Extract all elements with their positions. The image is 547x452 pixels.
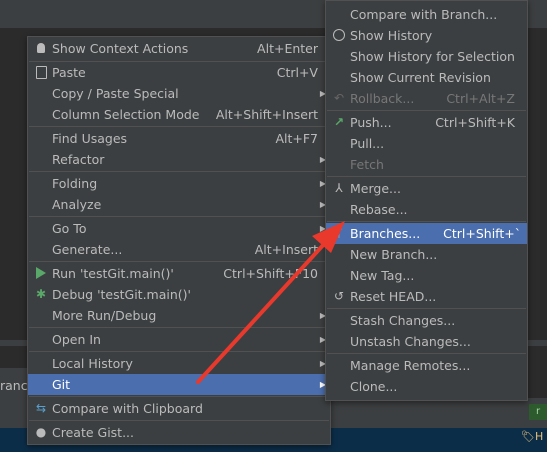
menu-debug[interactable]: ✱ Debug 'testGit.main()' bbox=[28, 284, 330, 305]
git-manage-remotes[interactable]: Manage Remotes... bbox=[326, 355, 527, 376]
git-new-tag[interactable]: New Tag... bbox=[326, 265, 527, 286]
tag-badge-fragment: r bbox=[529, 404, 547, 420]
debug-icon: ✱ bbox=[35, 286, 47, 301]
git-show-current-revision[interactable]: Show Current Revision bbox=[326, 67, 527, 88]
git-push[interactable]: ↗ Push... Ctrl+Shift+K bbox=[326, 112, 527, 133]
menu-local-history[interactable]: Local History ▶ bbox=[28, 353, 330, 374]
menu-folding[interactable]: Folding ▶ bbox=[28, 173, 330, 194]
menu-separator bbox=[327, 176, 526, 177]
git-new-branch[interactable]: New Branch... bbox=[326, 244, 527, 265]
menu-separator bbox=[327, 353, 526, 354]
git-rebase[interactable]: Rebase... bbox=[326, 199, 527, 220]
reset-icon: ↺ bbox=[333, 288, 345, 303]
merge-icon: ⅄ bbox=[335, 180, 343, 195]
menu-open-in[interactable]: Open In ▶ bbox=[28, 329, 330, 350]
branch-icon: ᛘ bbox=[335, 225, 343, 240]
git-unstash-changes[interactable]: Unstash Changes... bbox=[326, 331, 527, 352]
menu-create-gist[interactable]: ● Create Gist... bbox=[28, 422, 330, 443]
clock-icon bbox=[332, 28, 346, 42]
git-submenu: Compare with Branch... Show History Show… bbox=[325, 0, 528, 401]
git-stash-changes[interactable]: Stash Changes... bbox=[326, 310, 527, 331]
menu-separator bbox=[29, 261, 329, 262]
github-icon: ● bbox=[35, 424, 47, 439]
menu-separator bbox=[327, 221, 526, 222]
editor-context-menu: Show Context Actions Alt+Enter Paste Ctr… bbox=[27, 36, 331, 445]
menu-copy-paste-special[interactable]: Copy / Paste Special ▶ bbox=[28, 83, 330, 104]
menu-column-selection-mode[interactable]: Column Selection Mode Alt+Shift+Insert bbox=[28, 104, 330, 125]
git-compare-with-branch[interactable]: Compare with Branch... bbox=[326, 4, 527, 25]
menu-compare-with-clipboard[interactable]: ⇆ Compare with Clipboard bbox=[28, 398, 330, 419]
menu-separator bbox=[29, 351, 329, 352]
menu-separator bbox=[29, 327, 329, 328]
run-icon bbox=[34, 266, 48, 280]
git-show-history-selection[interactable]: Show History for Selection bbox=[326, 46, 527, 67]
git-merge[interactable]: ⅄ Merge... bbox=[326, 178, 527, 199]
menu-separator bbox=[327, 308, 526, 309]
undo-icon: ↶ bbox=[333, 90, 345, 105]
git-pull[interactable]: Pull... bbox=[326, 133, 527, 154]
menu-run[interactable]: Run 'testGit.main()' Ctrl+Shift+F10 bbox=[28, 263, 330, 284]
git-rollback[interactable]: ↶ Rollback... Ctrl+Alt+Z bbox=[326, 88, 527, 109]
menu-separator bbox=[29, 216, 329, 217]
menu-separator bbox=[29, 171, 329, 172]
git-fetch[interactable]: Fetch bbox=[326, 154, 527, 175]
branch-label-fragment: ranc bbox=[0, 378, 28, 393]
head-tag-fragment: 🏷H bbox=[521, 430, 544, 443]
git-branches[interactable]: ᛘ Branches... Ctrl+Shift+` bbox=[326, 223, 527, 244]
menu-refactor[interactable]: Refactor ▶ bbox=[28, 149, 330, 170]
menu-more-run-debug[interactable]: More Run/Debug ▶ bbox=[28, 305, 330, 326]
push-icon: ↗ bbox=[333, 114, 345, 129]
menu-go-to[interactable]: Go To ▶ bbox=[28, 218, 330, 239]
compare-icon: ⇆ bbox=[35, 400, 47, 415]
menu-find-usages[interactable]: Find Usages Alt+F7 bbox=[28, 128, 330, 149]
menu-paste[interactable]: Paste Ctrl+V bbox=[28, 62, 330, 83]
paste-icon bbox=[34, 65, 48, 79]
bulb-icon bbox=[34, 41, 48, 55]
menu-generate[interactable]: Generate... Alt+Insert bbox=[28, 239, 330, 260]
menu-separator bbox=[29, 420, 329, 421]
menu-separator bbox=[29, 126, 329, 127]
git-reset-head[interactable]: ↺ Reset HEAD... bbox=[326, 286, 527, 307]
git-clone[interactable]: Clone... bbox=[326, 376, 527, 397]
menu-git[interactable]: Git ▶ bbox=[28, 374, 330, 395]
menu-analyze[interactable]: Analyze ▶ bbox=[28, 194, 330, 215]
menu-show-context-actions[interactable]: Show Context Actions Alt+Enter bbox=[28, 38, 330, 59]
git-show-history[interactable]: Show History bbox=[326, 25, 527, 46]
menu-separator bbox=[327, 110, 526, 111]
menu-separator bbox=[29, 396, 329, 397]
